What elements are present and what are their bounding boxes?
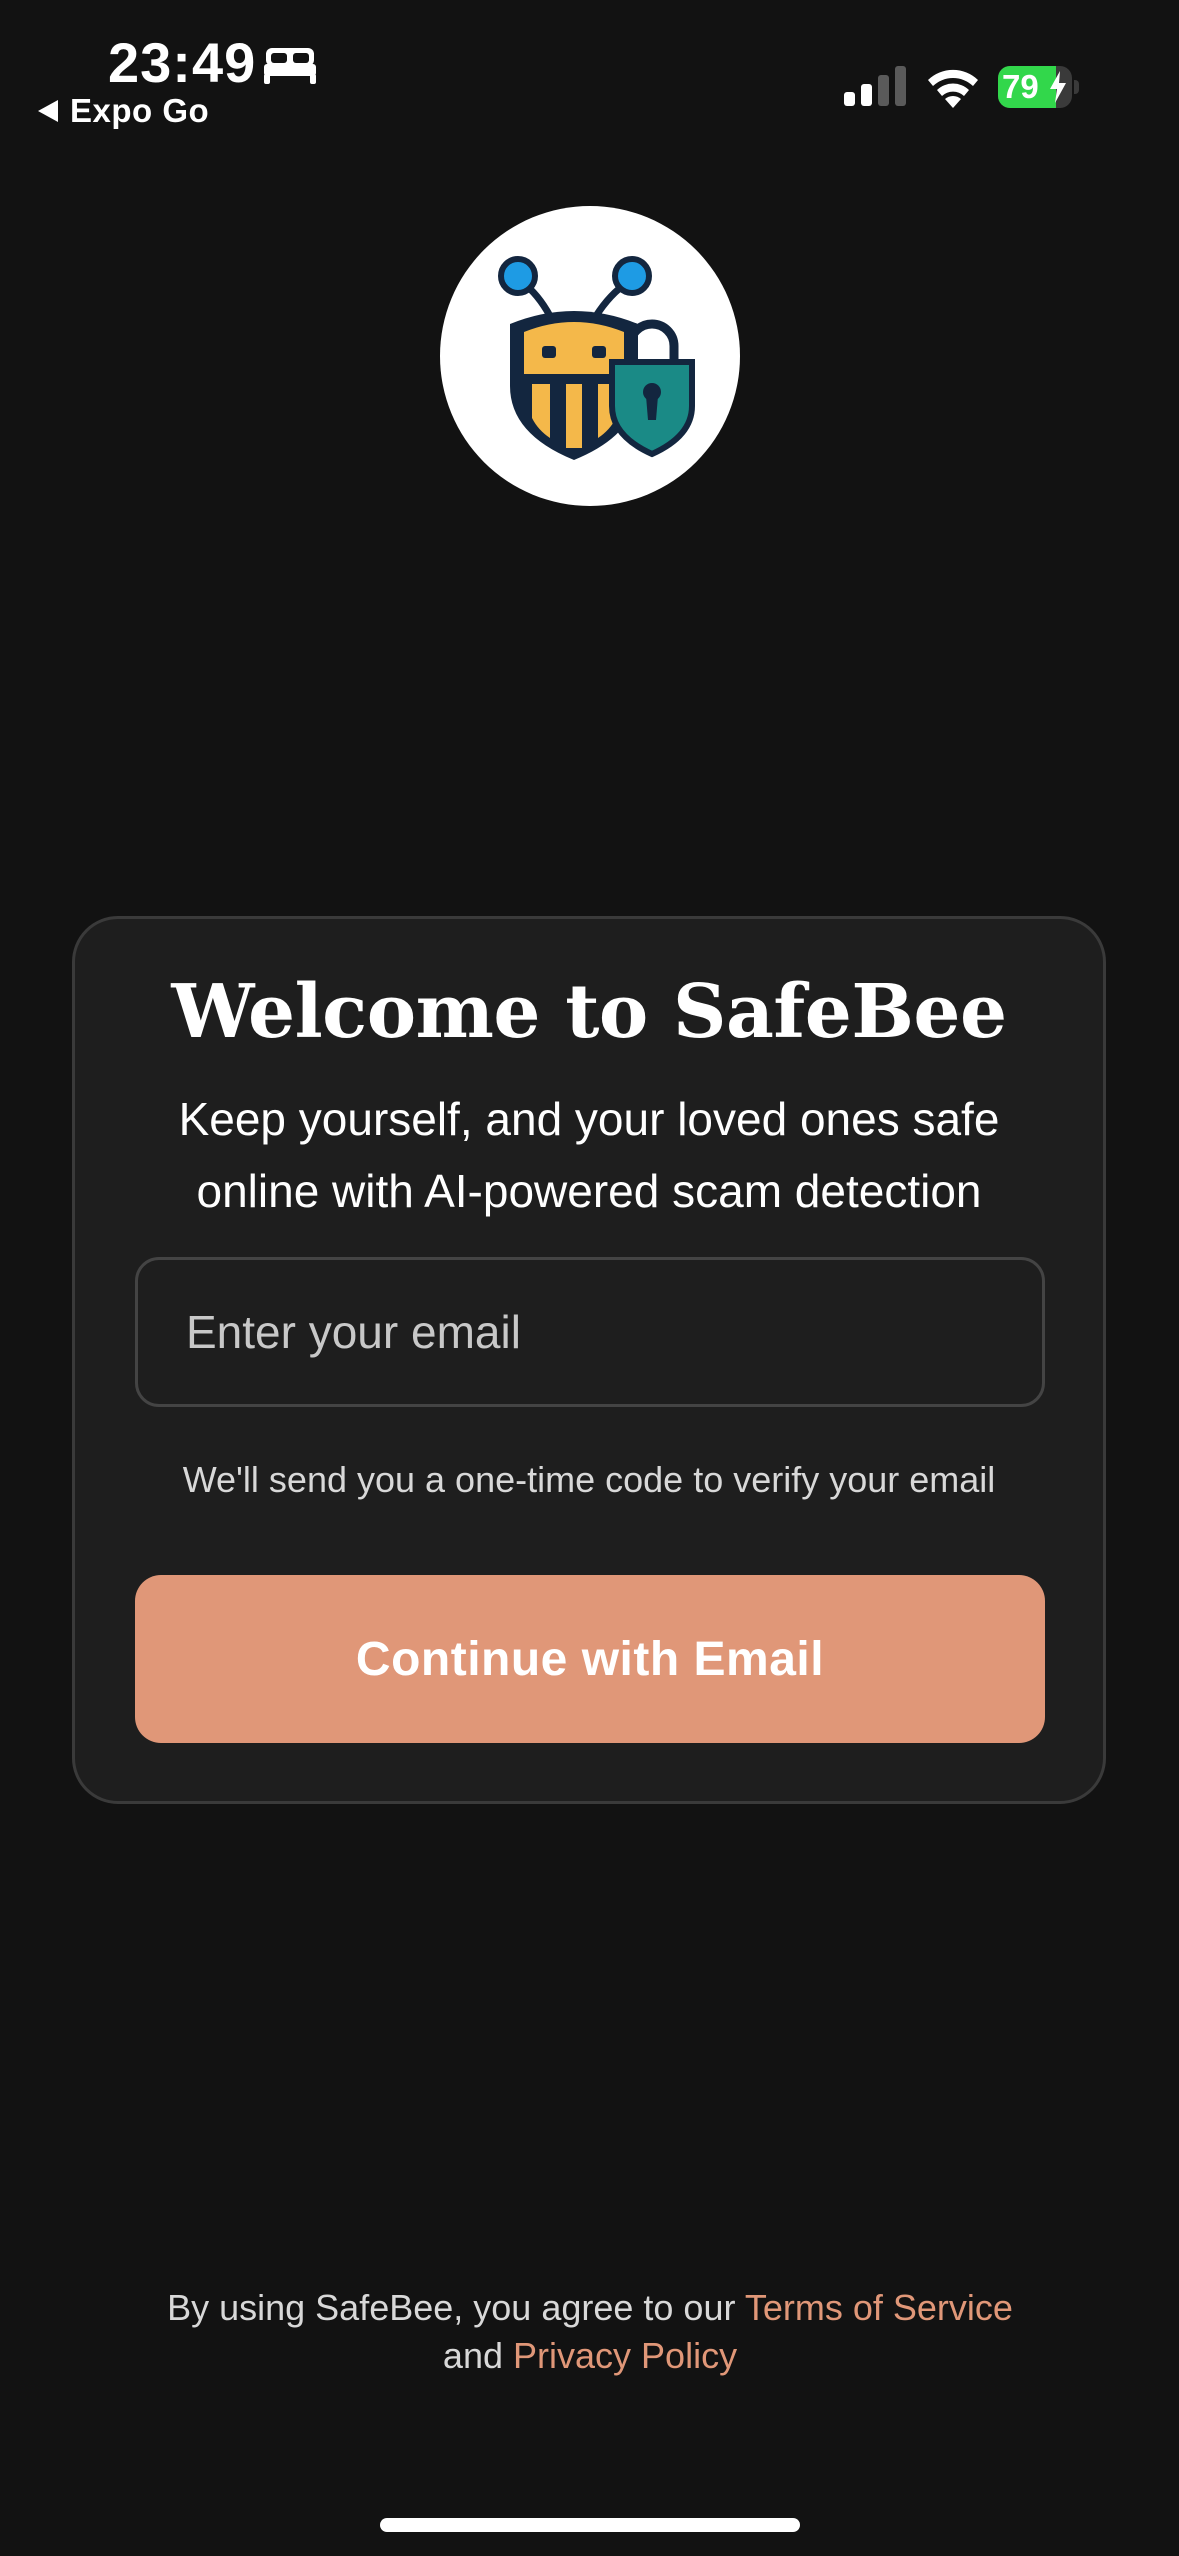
legal-prefix: By using SafeBee, you agree to our bbox=[167, 2287, 736, 2328]
app-logo bbox=[440, 206, 740, 506]
bed-icon bbox=[264, 48, 316, 84]
welcome-title: Welcome to SafeBee bbox=[171, 969, 1007, 1055]
back-app-label: Expo Go bbox=[70, 92, 210, 129]
cellular-signal-icon bbox=[844, 66, 906, 106]
otp-helper-text: We'll send you a one-time code to verify… bbox=[182, 1459, 996, 1500]
legal-and: and bbox=[442, 2335, 503, 2376]
status-time: 23:49 bbox=[108, 31, 257, 94]
battery-indicator: 79 bbox=[998, 66, 1080, 108]
welcome-subtitle: Keep yourself, and your loved ones safe … bbox=[178, 1093, 1000, 1217]
welcome-card: Welcome to SafeBee Keep yourself, and yo… bbox=[72, 916, 1106, 1804]
back-arrow-icon bbox=[38, 100, 58, 122]
back-to-app-button[interactable]: Expo Go bbox=[38, 92, 209, 130]
legal-notice: By using SafeBee, you agree to our Terms… bbox=[140, 2284, 1040, 2380]
continue-with-email-button[interactable]: Continue with Email bbox=[135, 1575, 1045, 1743]
wifi-icon bbox=[928, 69, 978, 108]
charging-bolt-icon bbox=[1050, 71, 1066, 103]
bee-shield-lock-icon bbox=[498, 256, 695, 460]
email-input[interactable] bbox=[135, 1257, 1045, 1407]
home-indicator[interactable] bbox=[380, 2518, 800, 2532]
privacy-policy-link[interactable]: Privacy Policy bbox=[513, 2335, 737, 2376]
terms-of-service-link[interactable]: Terms of Service bbox=[745, 2287, 1013, 2328]
battery-tip bbox=[1074, 80, 1079, 94]
